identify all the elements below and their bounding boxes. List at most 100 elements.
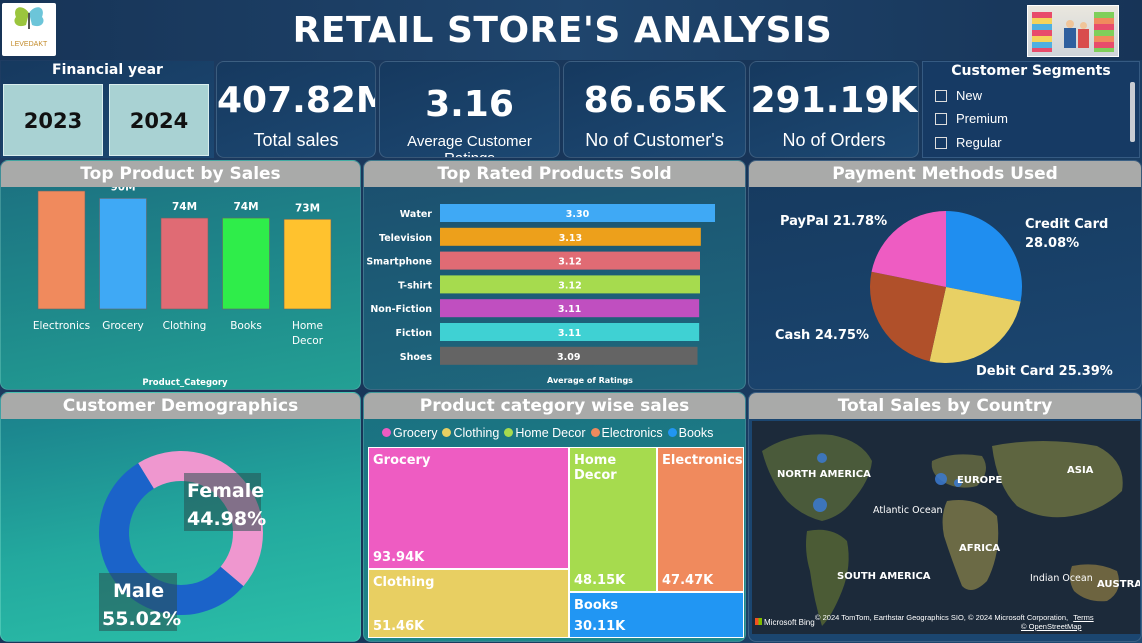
scrollbar[interactable] [1130,82,1135,142]
map-label-atlantic: Atlantic Ocean [873,505,943,516]
y-tick-label: Non-Fiction [370,304,432,315]
y-tick-label: Smartphone [366,257,432,268]
map-label-north-america: NORTH AMERICA [777,469,871,480]
panel-title: Product category wise sales [364,393,745,419]
pie-slice-credit-card[interactable] [946,211,1022,302]
legend-label: Home Decor [515,426,586,440]
page-title: RETAIL STORE'S ANALYSIS [292,10,833,51]
pie-data-label: Cash 24.75% [775,328,869,343]
treemap-tile-electronics[interactable]: Electronics 47.47K [657,447,744,592]
kpi-value: 3.16 [425,84,514,125]
panel-title: Top Product by Sales [1,161,360,187]
y-tick-label: Water [400,209,433,220]
financial-year-slicer: Financial year 2023 2024 [1,61,214,158]
payment-methods-panel: Payment Methods Used Credit Card 28.08% De… [748,160,1142,390]
legend-label: Electronics [601,426,663,440]
bar-data-label: 74M [233,201,258,213]
year-button-2023[interactable]: 2023 [3,84,103,156]
category-sales-panel: Product category wise sales Grocery Cloth… [363,392,746,642]
panel-title: Top Rated Products Sold [364,161,745,187]
treemap-tile-clothing[interactable]: Clothing 51.46K [368,569,569,638]
donut-label-pct: 44.98% [187,508,266,530]
tile-name: Home Decor [574,453,617,483]
bar-electronics[interactable] [37,190,86,310]
map-label-australia: AUSTRAL [1097,579,1140,590]
tile-value: 47.47K [662,573,714,588]
checkbox-icon[interactable] [935,113,947,125]
kpi-orders: 291.19K No of Orders [749,61,919,158]
hbar-data-label: 3.11 [558,328,581,339]
y-tick-label: Television [379,233,432,244]
legend-label: Grocery [393,426,438,440]
pie-data-label: PayPal 21.78% [780,214,887,229]
legend-item-grocery[interactable]: Grocery [382,426,437,440]
legend-item-clothing[interactable]: Clothing [442,426,499,440]
segment-item-regular[interactable]: Regular [935,135,1002,150]
tile-name: Electronics [662,453,743,468]
hbar-data-label: 3.09 [557,352,580,363]
kpi-label: No of Orders [782,130,886,150]
treemap-legend: Grocery Clothing Home Decor Electronics Book… [382,426,742,440]
y-tick-label: T-shirt [398,280,432,291]
x-tick-label: Home [292,320,323,332]
treemap-tile-grocery[interactable]: Grocery 93.94K [368,447,569,569]
world-map[interactable]: NORTH AMERICA EUROPE ASIA Atlantic Ocean… [752,421,1140,634]
bar-home-decor[interactable] [283,218,332,310]
hbar-data-label: 3.30 [566,209,590,220]
checkbox-icon[interactable] [935,137,947,149]
kpi-label: No of Customer's [585,130,724,150]
bar-books[interactable] [222,217,270,310]
x-axis-title: Product_Category [142,378,228,388]
donut-label-name: Male [113,580,164,602]
y-tick-label: Shoes [400,352,433,363]
bing-text: Microsoft Bing [764,618,815,627]
treemap-tile-home-decor[interactable]: Home Decor 48.15K [569,447,657,592]
segment-label: Regular [956,135,1002,150]
legend-dot-icon [590,428,600,437]
top-rated-bar-chart: Water 3.30 Television 3.13 Smartphone 3.12 T-s… [366,204,715,385]
country-map-panel: Total Sales by Country NORTH AMERICA EUR… [748,392,1142,642]
logo: LEVEDAKT [2,3,56,56]
map-label-indian-ocean: Indian Ocean [1030,573,1093,584]
osm-link[interactable]: © OpenStreetMap [1021,622,1141,631]
hbar-data-label: 3.12 [558,257,581,268]
x-tick-label: Grocery [102,320,143,332]
financial-year-label: Financial year [52,62,163,78]
kpi-customers: 86.65K No of Customer's [563,61,746,158]
bar-grocery[interactable] [99,198,147,310]
segment-item-new[interactable]: New [935,88,982,103]
kpi-value: 407.82M [217,80,376,121]
tile-name: Clothing [373,575,435,590]
kpi-label: Total sales [253,130,339,150]
tile-name: Grocery [373,453,431,468]
legend-item-electronics[interactable]: Electronics [590,426,663,440]
panel-title: Payment Methods Used [749,161,1141,187]
legend-dot-icon [382,428,391,437]
pie-data-label: Debit Card 25.39% [976,364,1113,379]
donut-label-pct: 55.02% [102,608,181,630]
legend-item-books[interactable]: Books [667,426,713,440]
segment-item-premium[interactable]: Premium [935,111,1008,126]
panel-title: Customer Demographics [1,393,360,419]
checkbox-icon[interactable] [935,90,947,102]
panel-title: Total Sales by Country [749,393,1141,419]
pie-data-label: Credit Card [1025,217,1108,232]
legend-dot-icon [667,428,677,437]
legend-dot-icon [504,428,514,437]
top-rated-panel: Top Rated Products Sold Water 3.30 Televis… [363,160,746,390]
kpi-value: 86.65K [583,80,726,121]
tile-name: Books [574,598,619,613]
tile-value: 30.11K [574,619,626,634]
hbar-data-label: 3.13 [559,233,582,244]
year-button-2024[interactable]: 2024 [109,84,209,156]
x-tick-label: Clothing [163,320,207,332]
terms-link[interactable]: Terms [1073,613,1093,622]
kpi-avg-ratings: 3.16 Average Customer Ratings [379,61,560,158]
bing-logo: Microsoft Bing [755,618,815,627]
bar-clothing[interactable] [160,217,209,310]
x-tick-label: Decor [292,335,324,347]
hbar-data-label: 3.12 [558,280,581,291]
legend-item-home-decor[interactable]: Home Decor [504,426,586,440]
treemap-tile-books[interactable]: Books 30.11K [569,592,744,638]
x-axis-title: Average of Ratings [547,376,633,385]
